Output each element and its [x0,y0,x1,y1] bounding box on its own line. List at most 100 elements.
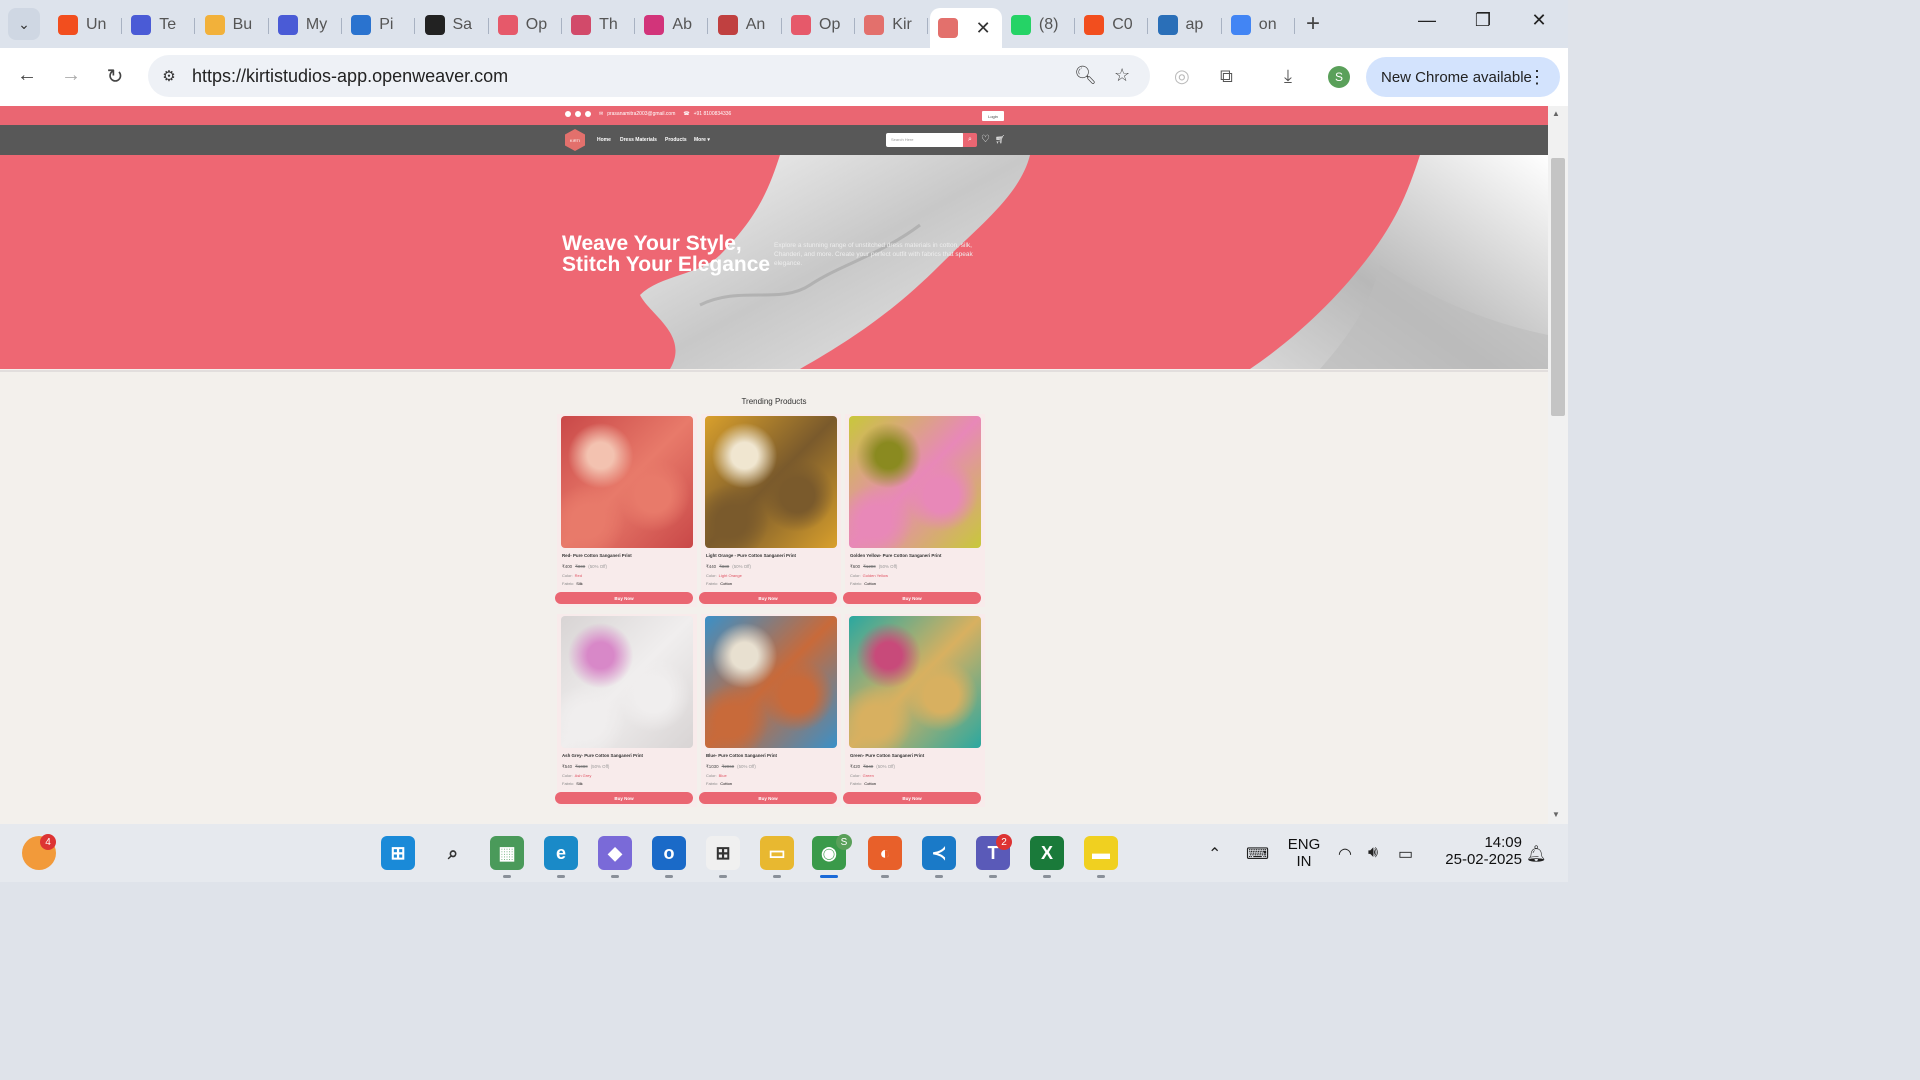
product-card[interactable]: Red- Pure Cotton Sanganeri Print ₹400 ₹800… [555,414,697,607]
page-scrollbar[interactable]: ▲ ▼ [1548,106,1568,824]
login-button[interactable]: Login [982,111,1004,121]
site-search-input[interactable]: Search Here [886,133,964,147]
store-icon[interactable]: ⊞ [706,836,740,878]
photos-icon[interactable]: ▦ [490,836,524,878]
youtube-icon[interactable] [585,111,591,117]
browser-tab[interactable]: Bu [197,8,269,42]
product-name[interactable]: Ash Grey- Pure Cotton Sanganeri Print [562,753,643,758]
scrollbar-thumb[interactable] [1551,158,1565,416]
show-hidden-icons-chevron-icon[interactable]: ⌃ [1208,844,1221,864]
download-icon[interactable]: ⤓ [1284,66,1292,87]
extensions-icon[interactable]: ⧉ [1220,66,1233,87]
site-info-icon[interactable]: ⚙ [154,61,184,91]
file-explorer-icon[interactable]: ▭ [760,836,794,878]
browser-tab[interactable]: Kir [856,8,929,42]
browser-tab[interactable]: C0 [1076,8,1149,42]
firefox-icon[interactable]: ◐ [868,836,902,878]
clock[interactable]: 14:09 25-02-2025 [1432,834,1522,868]
buy-now-button[interactable]: Buy Now [555,592,693,604]
nav-products[interactable]: Products [665,137,687,143]
address-bar[interactable]: ⚙ https://kirtistudios-app.openweaver.co… [148,55,1150,97]
product-image[interactable] [705,416,837,548]
contact-phone[interactable]: +91 8100834336 [694,111,732,117]
browser-tab[interactable]: on [1223,8,1295,42]
scroll-up-arrow-icon[interactable]: ▲ [1552,109,1560,118]
instagram-icon[interactable] [575,111,581,117]
product-image[interactable] [561,416,693,548]
tab-search-button[interactable]: ⌄ [8,8,40,40]
product-card[interactable]: Blue- Pure Cotton Sanganeri Print ₹1030 ₹2… [699,614,841,807]
profile-avatar[interactable]: S [1328,66,1350,88]
buy-now-button[interactable]: Buy Now [699,792,837,804]
nav-dress-materials[interactable]: Dress Materials [620,137,657,143]
contact-email[interactable]: prasanamitra2003@gmail.com [607,111,675,117]
product-image[interactable] [705,616,837,748]
cart-icon[interactable]: 🛒︎ [995,135,1005,144]
back-button[interactable]: ← [14,64,40,87]
copilot-icon[interactable]: ◆ [598,836,632,878]
product-card[interactable]: Golden Yellow- Pure Cotton Sanganeri Pri… [843,414,985,607]
chrome-update-button[interactable]: New Chrome available ⋮ [1366,57,1560,97]
product-name[interactable]: Blue- Pure Cotton Sanganeri Print [706,753,777,758]
volume-icon[interactable]: 🔊︎ [1368,844,1378,862]
search-icon[interactable]: ⌕ [436,836,470,870]
zoom-icon[interactable]: 🔍︎ [1074,65,1097,86]
browser-tab[interactable]: Th [563,8,636,42]
product-card[interactable]: Ash Grey- Pure Cotton Sanganeri Print ₹54… [555,614,697,807]
nav-more[interactable]: More ▾ [694,137,710,143]
battery-icon[interactable]: ▭ [1398,844,1413,864]
product-name[interactable]: Green- Pure Cotton Sanganeri Print [850,753,924,758]
browser-tab[interactable]: Op [783,8,855,42]
site-search-button[interactable]: ⌕ [963,133,977,147]
site-logo[interactable]: KIRTI [565,129,585,151]
product-card[interactable]: Green- Pure Cotton Sanganeri Print ₹420 ₹8… [843,614,985,807]
product-name[interactable]: Light Orange - Pure Cotton Sanganeri Pri… [706,553,796,558]
tab-close-icon[interactable]: ✕ [976,18,991,39]
scroll-down-arrow-icon[interactable]: ▼ [1552,810,1560,819]
wifi-icon[interactable]: ◠ [1338,844,1352,864]
start-icon[interactable]: ⊞ [381,836,415,870]
excel-icon[interactable]: X [1030,836,1064,878]
buy-now-button[interactable]: Buy Now [843,592,981,604]
browser-tab[interactable]: Op [490,8,562,42]
close-window-button[interactable]: ✕ [1524,10,1554,31]
url-text[interactable]: https://kirtistudios-app.openweaver.com [192,66,508,87]
product-image[interactable] [849,616,981,748]
browser-tab[interactable]: Sa [417,8,489,42]
notification-bell-icon[interactable]: 🔔︎ [1526,844,1546,864]
product-name[interactable]: Red- Pure Cotton Sanganeri Print [562,553,632,558]
browser-tab[interactable]: Un [50,8,122,42]
wishlist-heart-icon[interactable]: ♡ [981,134,990,145]
browser-tab[interactable]: My [270,8,342,42]
restore-button[interactable]: ❐ [1468,10,1498,31]
browser-tab[interactable]: An [710,8,782,42]
language-indicator[interactable]: ENG IN [1284,836,1324,870]
edge-icon[interactable]: e [544,836,578,878]
product-image[interactable] [849,416,981,548]
bookmark-star-icon[interactable]: ☆ [1114,65,1130,86]
nav-home[interactable]: Home [597,137,611,143]
buy-now-button[interactable]: Buy Now [555,792,693,804]
product-name[interactable]: Golden Yellow- Pure Cotton Sanganeri Pri… [850,553,941,558]
forward-button[interactable]: → [58,64,84,87]
more-menu-icon[interactable]: ⋮ [1528,67,1546,88]
outlook-icon[interactable]: o [652,836,686,878]
new-tab-button[interactable]: + [1306,10,1320,38]
facebook-icon[interactable] [565,111,571,117]
extension-puzzle-dim-icon[interactable]: ◎ [1174,66,1190,87]
product-image[interactable] [561,616,693,748]
browser-tab[interactable]: Pi [343,8,416,42]
keyboard-icon[interactable]: ⌨ [1246,844,1269,864]
sticky-notes-icon[interactable]: ▬ [1084,836,1118,878]
browser-tab[interactable]: (8) [1003,8,1075,42]
browser-tab[interactable]: Te [123,8,196,42]
product-card[interactable]: Light Orange - Pure Cotton Sanganeri Pri… [699,414,841,607]
buy-now-button[interactable]: Buy Now [843,792,981,804]
browser-tab[interactable]: ✕ [929,8,1002,48]
reload-button[interactable]: ↻ [102,64,128,89]
minimize-button[interactable]: — [1412,10,1442,31]
browser-tab[interactable]: ap [1150,8,1222,42]
browser-tab[interactable]: Ab [636,8,709,42]
vscode-icon[interactable]: ≺ [922,836,956,878]
buy-now-button[interactable]: Buy Now [699,592,837,604]
